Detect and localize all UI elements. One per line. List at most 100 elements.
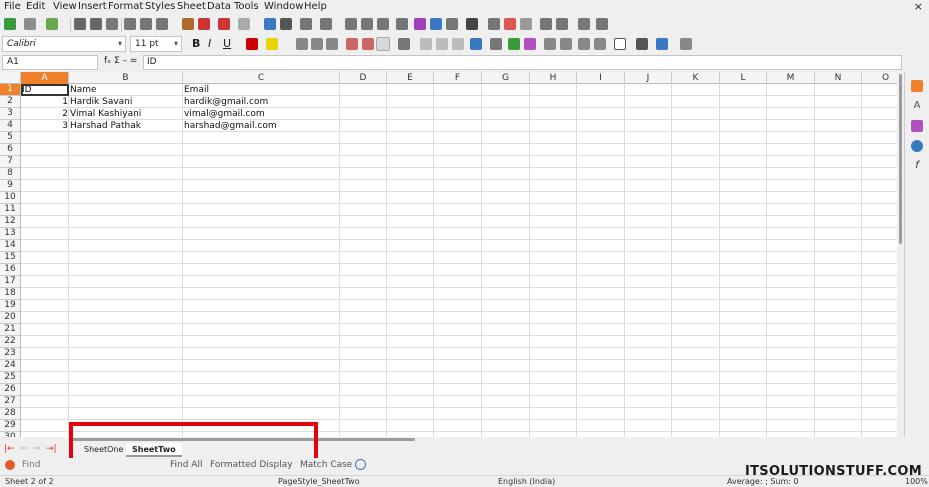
hyperlink-icon[interactable] xyxy=(488,18,500,30)
row-header-29[interactable]: 29 xyxy=(0,420,21,432)
cell-c4[interactable]: harshad@gmail.com xyxy=(183,120,340,132)
column-header-j[interactable]: J xyxy=(625,72,672,84)
sort-descending-icon[interactable] xyxy=(377,18,389,30)
row-header-17[interactable]: 17 xyxy=(0,276,21,288)
menu-edit[interactable]: Edit xyxy=(26,1,45,12)
last-sheet-icon[interactable]: →| xyxy=(46,444,57,454)
cell-c2[interactable]: hardik@gmail.com xyxy=(183,96,340,108)
format-number-icon[interactable] xyxy=(508,38,520,50)
align-bottom-icon[interactable] xyxy=(376,37,390,51)
merge-cells-icon[interactable] xyxy=(436,38,448,50)
cell-c3[interactable]: vimal@gmail.com xyxy=(183,108,340,120)
headers-footers-icon[interactable] xyxy=(520,18,532,30)
column-header-b[interactable]: B xyxy=(69,72,183,84)
row-header-5[interactable]: 5 xyxy=(0,132,21,144)
match-case-checkbox[interactable]: Match Case xyxy=(300,460,352,470)
row-header-3[interactable]: 3 xyxy=(0,108,21,120)
column-header-g[interactable]: G xyxy=(482,72,530,84)
column-header-c[interactable]: C xyxy=(183,72,340,84)
find-replace-icon[interactable] xyxy=(264,18,276,30)
center-vertically-icon[interactable] xyxy=(362,38,374,50)
italic-button[interactable]: I xyxy=(208,37,211,50)
menu-sheet[interactable]: Sheet xyxy=(177,1,206,12)
column-header-f[interactable]: F xyxy=(434,72,482,84)
menu-insert[interactable]: Insert xyxy=(78,1,107,12)
styles-icon[interactable]: A xyxy=(911,100,923,112)
pivot-table-icon[interactable] xyxy=(446,18,458,30)
column-header-m[interactable]: M xyxy=(767,72,815,84)
column-header-l[interactable]: L xyxy=(720,72,767,84)
spreadsheet-grid[interactable]: ABCDEFGHIJKLMNO 1 2 3 4 5 6 7 8 9 10 11 12 13 14 15 16 1… xyxy=(0,72,897,437)
close-icon[interactable]: × xyxy=(914,0,923,13)
clone-formatting-icon[interactable] xyxy=(182,18,194,30)
format-percent-icon[interactable] xyxy=(490,38,502,50)
show-draw-functions-icon[interactable] xyxy=(596,18,608,30)
row-header-7[interactable]: 7 xyxy=(0,156,21,168)
underline-button[interactable]: U xyxy=(223,37,231,50)
column-header-o[interactable]: O xyxy=(862,72,897,84)
sort-icon[interactable] xyxy=(345,18,357,30)
row-header-12[interactable]: 12 xyxy=(0,216,21,228)
first-sheet-icon[interactable]: |← xyxy=(4,444,15,454)
cell-a4[interactable]: 3 xyxy=(21,120,69,132)
special-character-icon[interactable] xyxy=(466,18,478,30)
align-top-icon[interactable] xyxy=(346,38,358,50)
border-color-icon[interactable] xyxy=(656,38,668,50)
row-header-9[interactable]: 9 xyxy=(0,180,21,192)
navigator-icon[interactable] xyxy=(911,140,923,152)
previous-sheet-icon[interactable]: ⇐ xyxy=(20,444,28,454)
redo-icon[interactable] xyxy=(238,18,250,30)
row-header-28[interactable]: 28 xyxy=(0,408,21,420)
freeze-rows-icon[interactable] xyxy=(556,18,568,30)
function-wizard-icon[interactable]: fₓ Σ – = xyxy=(104,56,137,66)
copy-icon[interactable] xyxy=(140,18,152,30)
insert-image-icon[interactable] xyxy=(414,18,426,30)
menu-window[interactable]: Window xyxy=(264,1,303,12)
split-window-icon[interactable] xyxy=(578,18,590,30)
properties-icon[interactable] xyxy=(911,80,923,92)
paste-icon[interactable] xyxy=(156,18,168,30)
align-left-icon[interactable] xyxy=(296,38,308,50)
row-header-19[interactable]: 19 xyxy=(0,300,21,312)
borders-icon[interactable] xyxy=(614,38,626,50)
row-header-20[interactable]: 20 xyxy=(0,312,21,324)
undo-icon[interactable] xyxy=(218,18,230,30)
menu-data[interactable]: Data xyxy=(207,1,231,12)
close-find-icon[interactable] xyxy=(5,460,15,470)
vertical-scrollbar[interactable] xyxy=(897,72,904,437)
next-sheet-icon[interactable]: ⇒ xyxy=(33,444,41,454)
find-input[interactable]: Find xyxy=(22,460,40,470)
menu-styles[interactable]: Styles xyxy=(145,1,175,12)
zoom-level[interactable]: 100% xyxy=(905,477,928,486)
column-header-i[interactable]: I xyxy=(577,72,625,84)
column-header-h[interactable]: H xyxy=(530,72,577,84)
row-header-23[interactable]: 23 xyxy=(0,348,21,360)
wrap-text-icon[interactable] xyxy=(398,38,410,50)
row-header-10[interactable]: 10 xyxy=(0,192,21,204)
row-header-4[interactable]: 4 xyxy=(0,120,21,132)
row-header-1[interactable]: 1 xyxy=(0,84,21,96)
row-header-26[interactable]: 26 xyxy=(0,384,21,396)
font-name-box[interactable]: Calibri ▾ xyxy=(2,36,126,52)
formula-input[interactable]: ID xyxy=(143,55,902,70)
row-header-2[interactable]: 2 xyxy=(0,96,21,108)
conditional-format-icon[interactable] xyxy=(680,38,692,50)
unmerge-cells-icon[interactable] xyxy=(452,38,464,50)
cell-b1[interactable]: Name xyxy=(69,84,183,96)
new-document-icon[interactable] xyxy=(4,18,16,30)
cut-icon[interactable] xyxy=(124,18,136,30)
find-options-icon[interactable] xyxy=(355,459,366,470)
gallery-icon[interactable] xyxy=(911,120,923,132)
row-header-22[interactable]: 22 xyxy=(0,336,21,348)
insert-chart-icon[interactable] xyxy=(430,18,442,30)
row-header-15[interactable]: 15 xyxy=(0,252,21,264)
font-color-icon[interactable] xyxy=(246,38,258,50)
column-header-k[interactable]: K xyxy=(672,72,720,84)
row-header-13[interactable]: 13 xyxy=(0,228,21,240)
sort-ascending-icon[interactable] xyxy=(361,18,373,30)
cell-b4[interactable]: Harshad Pathak xyxy=(69,120,183,132)
formatted-display-checkbox[interactable]: Formatted Display xyxy=(210,460,293,470)
menu-help[interactable]: Help xyxy=(304,1,327,12)
open-icon[interactable] xyxy=(24,18,36,30)
menu-format[interactable]: Format xyxy=(108,1,143,12)
